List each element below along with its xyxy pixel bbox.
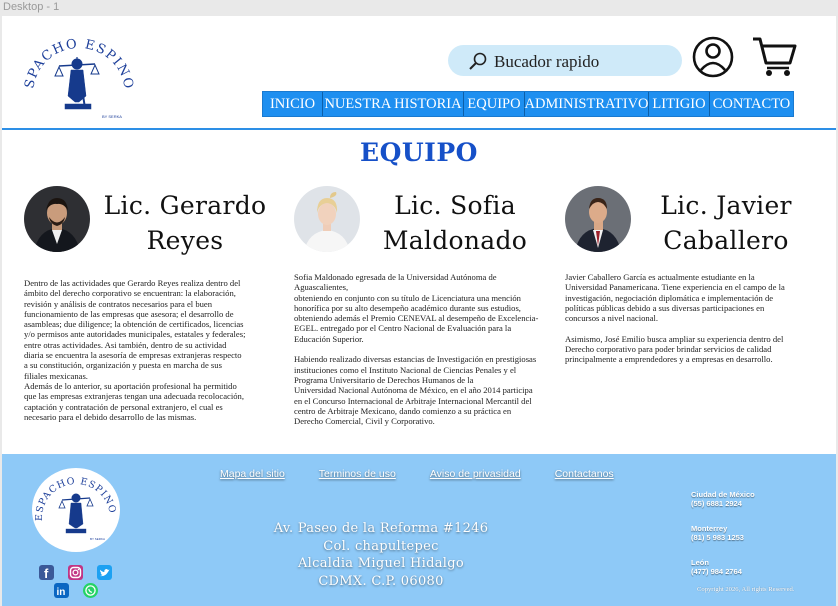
whatsapp-icon[interactable] <box>83 583 98 598</box>
search-input[interactable]: Bucador rapido <box>494 52 599 72</box>
member-name: Lic. Gerardo Reyes <box>103 191 267 255</box>
nav-item-contacto[interactable]: CONTACTO <box>710 92 793 116</box>
footer-links: Mapa del sitio Terminos de uso Aviso de … <box>220 468 614 480</box>
footer: DESPACHO ESPINOZA BY SERKA Mapa del siti… <box>2 454 836 606</box>
member-bio: Sofia Maldonado egresada de la Universid… <box>294 272 539 427</box>
user-icon[interactable] <box>691 35 735 83</box>
member-name: Lic. Javier Caballero <box>660 191 792 255</box>
frame-label: Desktop - 1 <box>3 1 60 13</box>
logo[interactable]: DESPACHO ESPINOZA BY SERKA <box>13 16 137 126</box>
linkedin-icon[interactable]: in <box>54 583 69 598</box>
copyright: Copyright 2026, All rights Reserved. <box>697 586 795 593</box>
footer-link-contactanos[interactable]: Contactanos <box>555 468 614 480</box>
nav-item-nuestra-historia[interactable]: NUESTRA HISTORIA <box>323 92 464 116</box>
facebook-icon[interactable]: f <box>39 565 54 580</box>
header-divider <box>2 128 836 130</box>
svg-text:in: in <box>57 587 66 598</box>
cart-icon[interactable] <box>751 35 797 81</box>
page-title: EQUIPO <box>360 138 478 167</box>
search-icon[interactable] <box>468 52 488 74</box>
instagram-icon[interactable] <box>68 565 83 580</box>
footer-link-terminos-de-uso[interactable]: Terminos de uso <box>319 468 396 480</box>
nav-item-administrativo[interactable]: ADMINISTRATIVO <box>524 92 649 116</box>
page: DESPACHO ESPINOZA BY SERKA Bucador rapid… <box>2 16 836 606</box>
avatar <box>24 186 90 252</box>
logo-subtext: BY SERKA <box>102 114 122 119</box>
avatar <box>294 186 360 252</box>
avatar <box>565 186 631 252</box>
footer-logo-subtext: BY SERKA <box>90 537 105 541</box>
footer-link-aviso-de-privacidad[interactable]: Aviso de privasidad <box>430 468 521 480</box>
nav-item-equipo[interactable]: EQUIPO <box>464 92 525 116</box>
footer-logo[interactable]: DESPACHO ESPINOZA BY SERKA <box>32 468 120 552</box>
footer-link-mapa-del-sitio[interactable]: Mapa del sitio <box>220 468 285 480</box>
nav-item-litigio[interactable]: LITIGIO <box>649 92 710 116</box>
search-box[interactable]: Bucador rapido <box>448 45 682 76</box>
footer-phones: Ciudad de México (55) 6881 2924 Monterrey… <box>691 490 755 576</box>
svg-text:f: f <box>44 566 49 580</box>
nav-item-inicio[interactable]: INICIO <box>263 92 323 116</box>
footer-address: Av. Paseo de la Reforma #1246 Col. chapu… <box>273 521 489 589</box>
member-bio: Dentro de las actividades que Gerardo Re… <box>24 278 246 422</box>
member-bio: Javier Caballero García es actualmente e… <box>565 272 785 365</box>
main-nav: INICIO NUESTRA HISTORIA EQUIPO ADMINISTR… <box>262 91 794 117</box>
twitter-icon[interactable] <box>97 565 112 580</box>
member-name: Lic. Sofia Maldonado <box>382 191 528 255</box>
